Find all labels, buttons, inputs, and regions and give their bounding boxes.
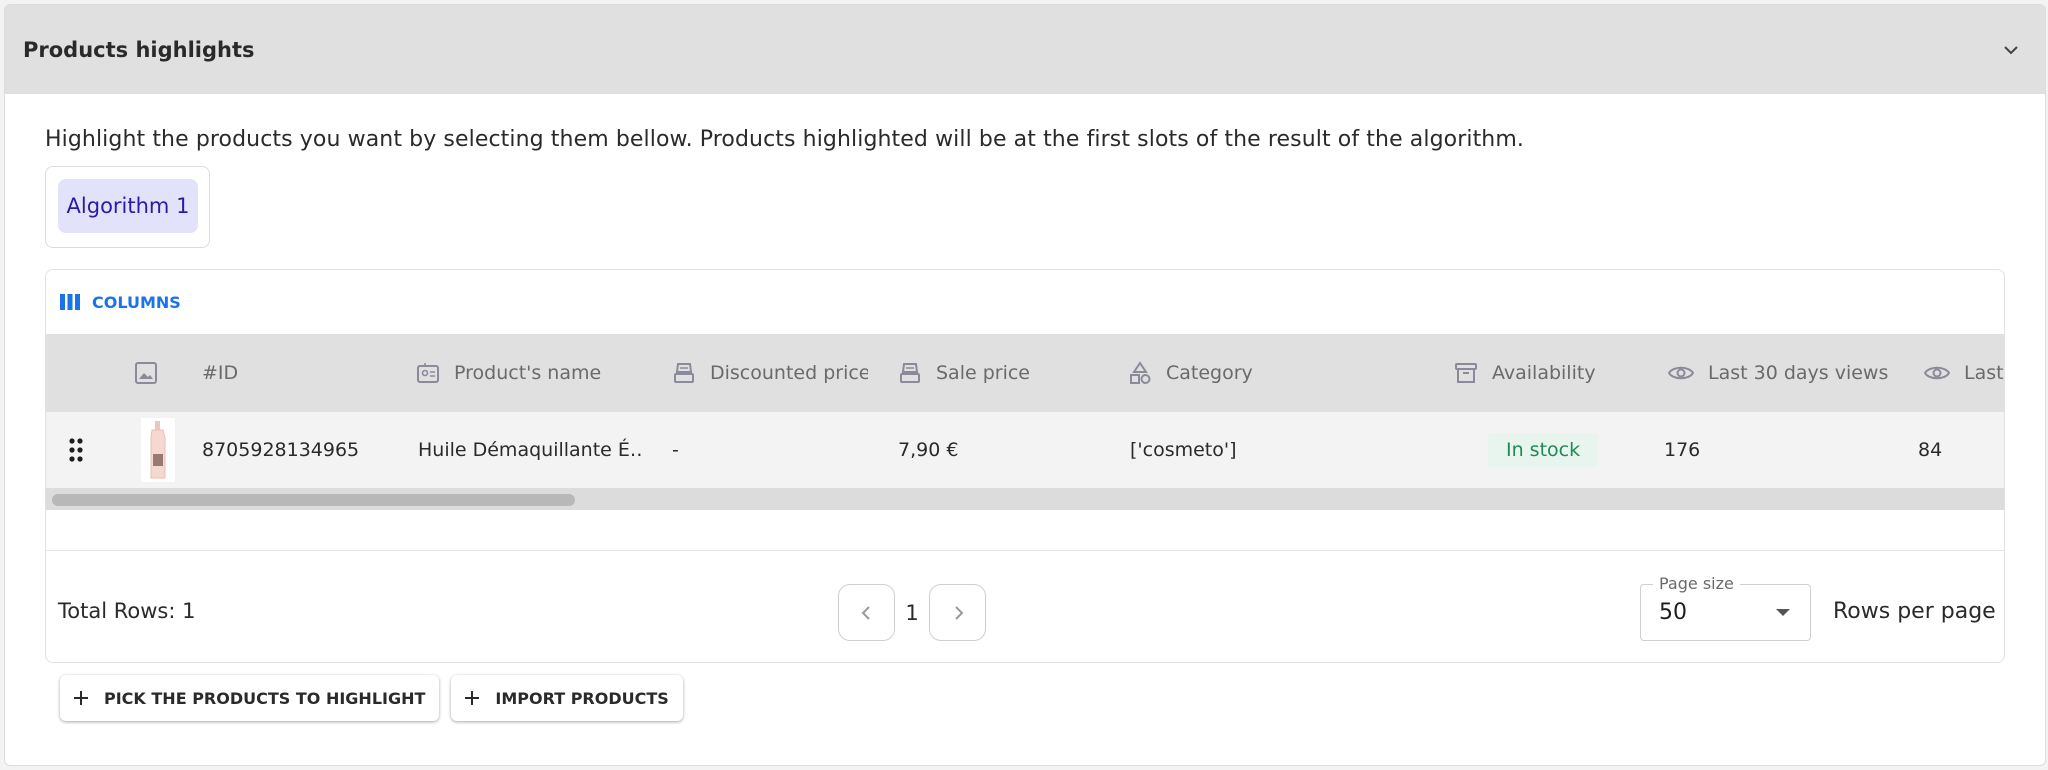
chevron-right-icon — [954, 605, 963, 620]
cell-category: ['cosmeto'] — [1130, 439, 1237, 461]
header-views-last-label: Last — [1964, 362, 2004, 384]
panel-header[interactable]: Products highlights — [5, 5, 2045, 94]
product-bottle-image — [141, 418, 175, 482]
columns-label: COLUMNS — [92, 292, 181, 312]
header-category[interactable]: Category — [1128, 334, 1368, 412]
header-availability-label: Availability — [1492, 362, 1596, 384]
drag-handle-icon[interactable] — [68, 412, 98, 488]
table-header: #ID Product's name Discounted price Sale… — [46, 334, 2004, 412]
columns-button[interactable]: COLUMNS — [60, 293, 181, 312]
page-size-label: Page size — [1653, 574, 1740, 593]
header-name[interactable]: Product's name — [416, 334, 646, 412]
pagination: 1 — [838, 584, 986, 641]
algorithm-selector: Algorithm 1 — [45, 166, 210, 248]
status-badge: In stock — [1488, 433, 1599, 467]
header-id[interactable]: #ID — [202, 334, 402, 412]
rows-per-page-label: Rows per page — [1833, 599, 1996, 624]
header-views-last[interactable]: Last — [1924, 334, 2004, 412]
prev-page-button[interactable] — [838, 584, 895, 641]
header-availability[interactable]: Availability — [1454, 334, 1654, 412]
cell-discounted-price: - — [672, 439, 679, 461]
header-views-30[interactable]: Last 30 days views — [1668, 334, 1918, 412]
cell-sale-price: 7,90 € — [898, 439, 959, 461]
plus-icon — [465, 691, 480, 705]
grid-toolbar: COLUMNS — [46, 270, 2004, 334]
cell-views-last: 84 — [1918, 439, 1943, 461]
eye-icon — [1668, 361, 1694, 385]
plus-icon — [74, 691, 88, 705]
cell-id: 8705928134965 — [202, 439, 360, 461]
header-discounted-price-label: Discounted price — [710, 362, 868, 384]
header-category-label: Category — [1166, 362, 1253, 384]
next-page-button[interactable] — [929, 584, 986, 641]
table-row[interactable]: 8705928134965 Huile Démaquillante É… - 7… — [46, 412, 2004, 488]
header-image[interactable] — [134, 334, 174, 412]
eye-icon — [1924, 361, 1950, 385]
header-discounted-price[interactable]: Discounted price — [672, 334, 868, 412]
archive-icon — [1454, 361, 1478, 385]
header-sale-price[interactable]: Sale price — [898, 334, 1098, 412]
products-grid: COLUMNS #ID Product's name Discounted pr… — [45, 269, 2005, 663]
cell-name: Huile Démaquillante É… — [418, 439, 643, 461]
import-products-button[interactable]: IMPORT PRODUCTS — [451, 675, 683, 721]
total-rows: Total Rows: 1 — [58, 599, 196, 623]
horizontal-scrollbar[interactable] — [46, 488, 2004, 510]
page-size-value: 50 — [1659, 600, 1687, 625]
header-name-label: Product's name — [454, 362, 602, 384]
cell-views-30: 176 — [1664, 439, 1701, 461]
cash-register-icon — [898, 361, 922, 385]
scrollbar-thumb[interactable] — [52, 494, 575, 506]
cash-register-icon — [672, 361, 696, 385]
import-products-label: IMPORT PRODUCTS — [495, 688, 669, 708]
products-highlights-panel: Products highlights Highlight the produc… — [4, 4, 2046, 766]
pick-products-button[interactable]: PICK THE PRODUCTS TO HIGHLIGHT — [60, 675, 440, 721]
current-page: 1 — [905, 600, 919, 625]
algorithm-chip[interactable]: Algorithm 1 — [58, 179, 198, 233]
panel-description: Highlight the products you want by selec… — [45, 127, 1524, 152]
header-views-30-label: Last 30 days views — [1708, 362, 1889, 384]
chevron-left-icon — [861, 605, 870, 620]
image-icon — [134, 361, 158, 385]
header-sale-price-label: Sale price — [936, 362, 1030, 384]
shapes-icon — [1128, 361, 1152, 385]
action-buttons: PICK THE PRODUCTS TO HIGHLIGHT IMPORT PR… — [60, 675, 683, 721]
pick-products-label: PICK THE PRODUCTS TO HIGHLIGHT — [104, 688, 426, 708]
grid-footer: Total Rows: 1 1 Page size 50 Rows per pa… — [46, 550, 2004, 662]
id-card-icon — [416, 361, 440, 385]
cell-availability: In stock — [1488, 412, 1648, 488]
panel-title: Products highlights — [23, 37, 255, 62]
product-thumbnail — [128, 412, 188, 488]
header-id-label: #ID — [202, 362, 239, 384]
caret-down-icon — [1776, 609, 1790, 616]
chevron-down-icon[interactable] — [1995, 34, 2027, 66]
page-size-select[interactable]: Page size 50 — [1640, 574, 1811, 641]
columns-icon — [60, 294, 80, 310]
